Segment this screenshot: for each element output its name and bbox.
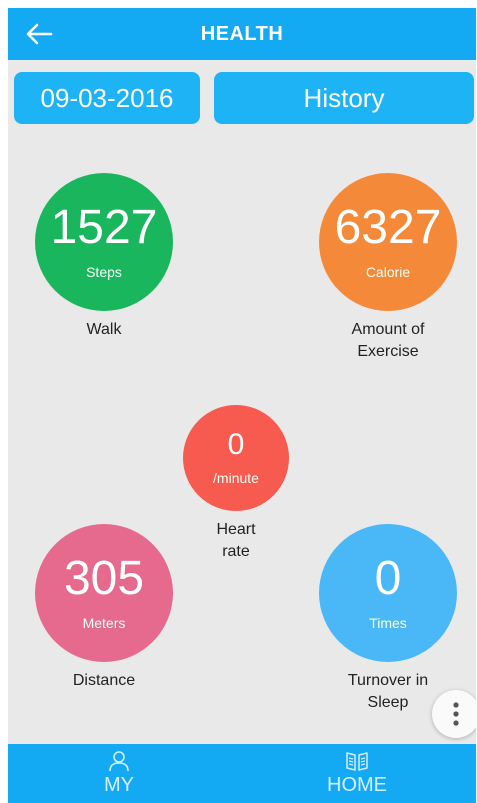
sleep-metric: 0 Times Turnover in Sleep: [319, 524, 457, 714]
history-button[interactable]: History: [214, 72, 474, 124]
heart-rate-metric: 0 /minute Heart rate: [183, 405, 289, 563]
nav-item-home-label: HOME: [327, 774, 387, 796]
distance-label: Distance: [72, 672, 136, 689]
screen: HEALTH 09-03-2016 History 1527 Steps Wal…: [8, 8, 476, 803]
walk-label: Walk: [86, 321, 122, 338]
distance-metric: 305 Meters Distance: [35, 524, 173, 692]
distance-value: 305: [63, 552, 145, 605]
app-header: HEALTH: [8, 8, 476, 60]
bottom-navigation: MY HOME: [8, 744, 476, 803]
heart-rate-unit: /minute: [213, 470, 259, 486]
walk-circle[interactable]: 1527 Steps: [35, 173, 173, 311]
exercise-value: 6327: [334, 201, 442, 254]
sleep-unit: Times: [369, 615, 407, 631]
person-icon: [109, 751, 129, 772]
home-icon: [346, 752, 368, 771]
exercise-unit: Calorie: [365, 264, 411, 280]
exercise-circle[interactable]: 6327 Calorie: [319, 173, 457, 311]
distance-unit: Meters: [82, 615, 126, 631]
exercise-metric: 6327 Calorie Amount of Exercise: [319, 173, 457, 363]
nav-item-my[interactable]: MY: [59, 744, 179, 803]
sleep-label: Turnover in Sleep: [347, 672, 429, 711]
heart-rate-value: 0: [227, 428, 245, 461]
walk-metric: 1527 Steps Walk: [35, 173, 173, 341]
walk-unit: Steps: [86, 264, 122, 280]
sleep-value: 0: [374, 552, 402, 605]
date-button[interactable]: 09-03-2016: [14, 72, 200, 124]
nav-item-my-label: MY: [104, 774, 134, 796]
exercise-label: Amount of Exercise: [351, 321, 425, 360]
page-title: HEALTH: [200, 22, 284, 45]
walk-value: 1527: [50, 201, 158, 254]
distance-circle[interactable]: 305 Meters: [35, 524, 173, 662]
nav-item-home[interactable]: HOME: [297, 744, 417, 803]
heart-rate-label: Heart rate: [216, 521, 256, 560]
more-vertical-icon: [453, 702, 459, 726]
more-options-button[interactable]: [432, 690, 476, 738]
heart-rate-circle[interactable]: 0 /minute: [183, 405, 289, 511]
sleep-circle[interactable]: 0 Times: [319, 524, 457, 662]
